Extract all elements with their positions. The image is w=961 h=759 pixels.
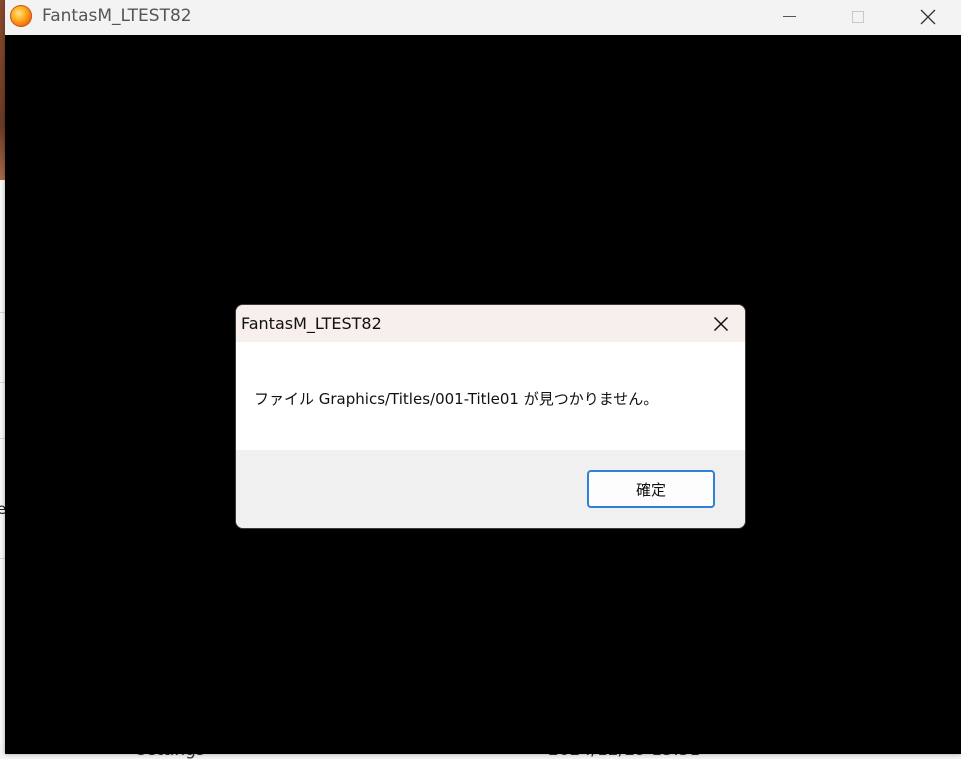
dialog-close-button[interactable]: [709, 312, 733, 336]
window-title: FantasM_LTEST82: [42, 6, 192, 26]
close-icon: [920, 9, 936, 24]
dialog-message: ファイル Graphics/Titles/001-Title01 が見つかりませ…: [254, 390, 659, 408]
maximize-button[interactable]: [835, 0, 881, 33]
dialog-titlebar[interactable]: FantasM_LTEST82: [236, 305, 745, 342]
close-icon: [713, 316, 729, 332]
maximize-icon: [852, 10, 864, 23]
dialog-body: ファイル Graphics/Titles/001-Title01 が見つかりませ…: [236, 342, 745, 450]
ok-button[interactable]: 確定: [587, 470, 715, 508]
app-sun-icon: [10, 5, 32, 27]
dialog-title: FantasM_LTEST82: [241, 314, 382, 333]
window-titlebar[interactable]: FantasM_LTEST82: [5, 0, 961, 35]
dialog-footer: 確定: [236, 450, 745, 528]
minimize-icon: [782, 16, 796, 17]
minimize-button[interactable]: [766, 0, 812, 33]
window-close-button[interactable]: [905, 0, 951, 33]
error-dialog: FantasM_LTEST82 ファイル Graphics/Titles/001…: [235, 304, 746, 529]
